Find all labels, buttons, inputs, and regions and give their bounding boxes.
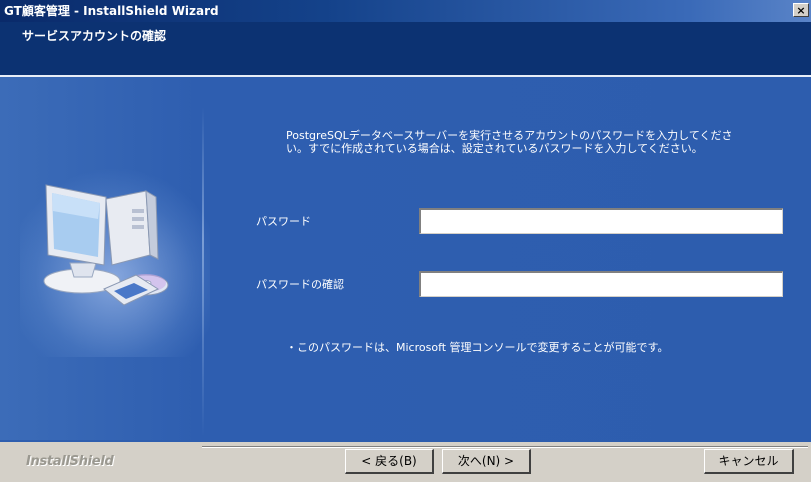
window-title: GT顧客管理 - InstallShield Wizard: [4, 4, 219, 18]
confirm-password-label: パスワードの確認: [256, 278, 344, 291]
close-button[interactable]: ×: [793, 3, 809, 17]
instruction-text: PostgreSQLデータベースサーバーを実行させるアカウントのパスワードを入力…: [286, 129, 733, 155]
computer-with-cd-icon: [43, 184, 169, 306]
installshield-logo: InstallShield: [26, 454, 114, 469]
next-button[interactable]: 次へ(N) >: [442, 449, 531, 474]
page-title: サービスアカウントの確認: [22, 29, 167, 43]
wizard-header: サービスアカウントの確認: [0, 22, 811, 76]
password-input[interactable]: [419, 208, 783, 234]
footer-top-border: [0, 440, 811, 442]
wizard-footer: InstallShield < 戻る(B) 次へ(N) > キャンセル: [0, 440, 811, 482]
cancel-button[interactable]: キャンセル: [704, 449, 794, 474]
confirm-password-input[interactable]: [419, 271, 783, 297]
footer-groove: [202, 446, 808, 447]
back-button[interactable]: < 戻る(B): [345, 449, 434, 474]
password-label: パスワード: [256, 215, 311, 228]
wizard-content: PostgreSQLデータベースサーバーを実行させるアカウントのパスワードを入力…: [0, 77, 811, 440]
note-text: ・このパスワードは、Microsoft 管理コンソールで変更することが可能です。: [286, 341, 669, 354]
content-divider: [202, 107, 204, 437]
window-titlebar: GT顧客管理 - InstallShield Wizard ×: [0, 0, 811, 22]
